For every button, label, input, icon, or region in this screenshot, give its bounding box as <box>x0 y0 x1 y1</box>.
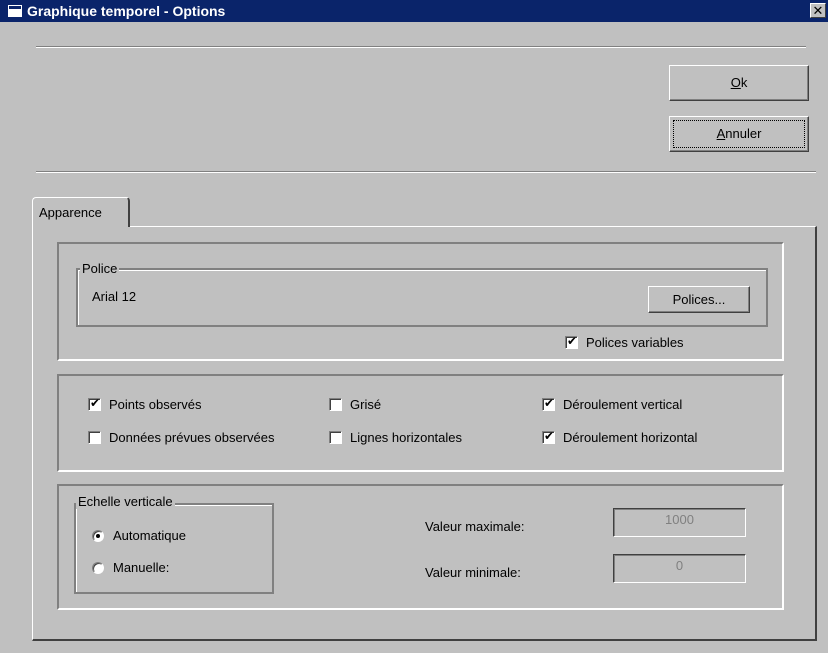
max-value-field[interactable]: 1000 <box>613 508 746 537</box>
scale-groupbox <box>74 503 274 594</box>
option-label: Points observés <box>109 397 202 412</box>
police-legend: Police <box>80 261 120 276</box>
checkbox-icon[interactable] <box>88 431 101 444</box>
option-checkbox[interactable]: Points observés <box>88 396 202 412</box>
manual-radio[interactable]: Manuelle: <box>92 560 169 575</box>
cancel-button[interactable]: Annuler <box>669 116 809 152</box>
variable-fonts-checkbox[interactable]: Polices variables <box>565 334 684 350</box>
option-checkbox[interactable]: Données prévues observées <box>88 430 275 445</box>
variable-fonts-check-icon[interactable] <box>565 334 578 349</box>
checkbox-icon[interactable] <box>329 431 342 444</box>
option-label: Données prévues observées <box>109 430 275 445</box>
option-label: Déroulement vertical <box>563 397 683 412</box>
window-title: Graphique temporel - Options <box>27 3 226 19</box>
cancel-label: nnuler <box>725 126 762 141</box>
automatic-radio[interactable]: Automatique <box>92 528 186 543</box>
tab-apparence[interactable]: Apparence <box>32 197 130 227</box>
mid-separator <box>36 171 816 173</box>
option-checkbox[interactable]: Déroulement horizontal <box>542 429 698 445</box>
ok-accel: O <box>730 75 741 90</box>
option-label: Grisé <box>350 397 382 412</box>
option-label: Lignes horizontales <box>350 430 463 445</box>
manual-label: Manuelle: <box>113 560 170 575</box>
checkbox-icon[interactable] <box>542 396 555 411</box>
min-value-label: Valeur minimale: <box>425 565 521 580</box>
variable-fonts-label: Polices variables <box>586 335 684 350</box>
scale-legend: Echelle verticale <box>76 494 175 509</box>
fonts-button[interactable]: Polices... <box>648 286 750 313</box>
max-value-label: Valeur maximale: <box>425 519 525 534</box>
ok-label: k <box>740 75 748 90</box>
close-icon[interactable]: ✕ <box>810 3 826 18</box>
option-checkbox[interactable]: Déroulement vertical <box>542 396 683 412</box>
radio-icon[interactable] <box>92 561 104 574</box>
checkbox-icon[interactable] <box>88 396 101 411</box>
automatic-label: Automatique <box>113 528 186 543</box>
option-checkbox[interactable]: Grisé <box>329 397 381 412</box>
top-separator <box>36 46 806 48</box>
current-font-value: Arial 12 <box>92 289 137 304</box>
tab-apparence-label: Apparence <box>39 205 102 220</box>
radio-icon[interactable] <box>92 529 104 542</box>
min-value-field[interactable]: 0 <box>613 554 746 583</box>
option-checkbox[interactable]: Lignes horizontales <box>329 430 462 445</box>
checkbox-icon[interactable] <box>329 398 342 411</box>
fonts-button-label: Polices... <box>672 292 726 307</box>
option-label: Déroulement horizontal <box>563 430 698 445</box>
options-section <box>57 374 784 472</box>
ok-button[interactable]: Ok <box>669 65 809 101</box>
checkbox-icon[interactable] <box>542 429 555 444</box>
title-bar: Graphique temporel - Options ✕ <box>0 0 828 22</box>
window-menu-icon[interactable] <box>8 5 22 17</box>
cancel-accel: A <box>716 126 726 141</box>
